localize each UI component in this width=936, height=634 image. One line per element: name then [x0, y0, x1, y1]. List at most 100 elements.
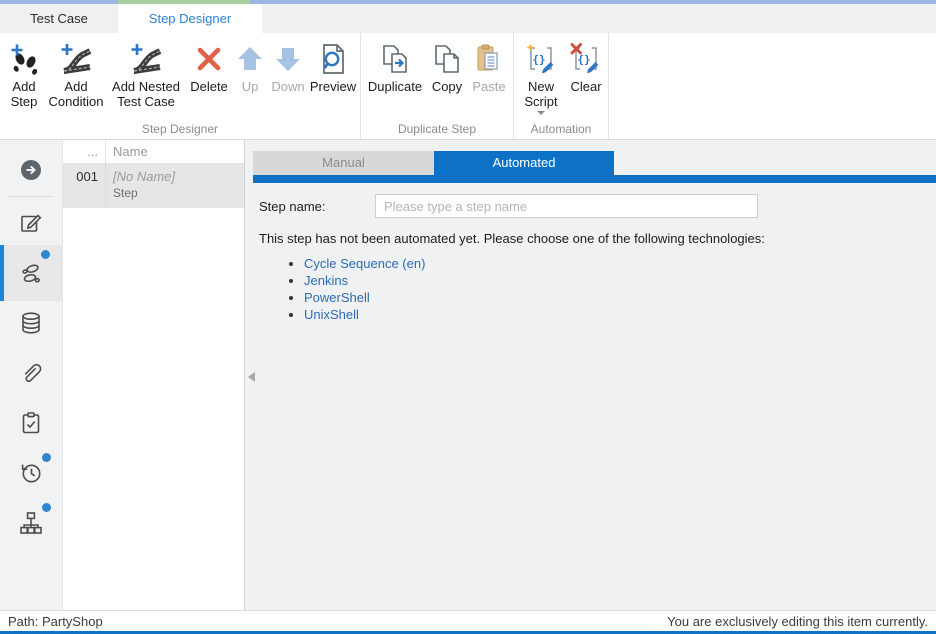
tab-test-case[interactable]: Test Case	[0, 4, 118, 33]
dropdown-caret-icon[interactable]	[537, 111, 545, 115]
notification-badge	[41, 250, 50, 259]
step-index: 001	[63, 164, 106, 208]
sidebar-divider	[8, 196, 54, 197]
edit-icon	[18, 210, 44, 236]
svg-text:{}: {}	[577, 53, 590, 66]
duplicate-icon	[378, 42, 412, 76]
history-icon	[18, 460, 44, 486]
preview-button[interactable]: Preview	[308, 33, 358, 94]
content-area: ... Name 001 [No Name] Step Manual Autom…	[0, 140, 936, 610]
technology-item: UnixShell	[304, 306, 936, 323]
tab-automated[interactable]: Automated	[434, 151, 614, 175]
automation-message: This step has not been automated yet. Pl…	[259, 231, 936, 246]
sidebar-item-steps[interactable]	[0, 245, 62, 301]
ribbon-toolbar: Add Step Add Condition Add Nested Test C…	[0, 33, 936, 140]
preview-label: Preview	[310, 79, 356, 94]
notification-badge	[42, 453, 51, 462]
technology-list: Cycle Sequence (en) Jenkins PowerShell U…	[245, 255, 936, 323]
paste-label: Paste	[472, 79, 505, 94]
editor-tab-bar: Manual Automated	[253, 151, 936, 175]
ribbon-group-label: Automation	[514, 122, 608, 136]
hierarchy-icon	[18, 510, 44, 536]
move-down-button[interactable]: Down	[268, 33, 308, 94]
add-step-label: Add Step	[2, 79, 46, 109]
step-list-panel: ... Name 001 [No Name] Step	[62, 140, 245, 610]
ribbon-group-automation: {} New Script {} Clear Automation	[514, 33, 609, 139]
add-condition-button[interactable]: Add Condition	[46, 33, 106, 109]
status-bar: Path: PartyShop You are exclusively edit…	[0, 610, 936, 631]
down-arrow-icon	[271, 42, 305, 76]
ribbon-group-label: Step Designer	[0, 122, 360, 136]
move-down-label: Down	[271, 79, 304, 94]
copy-button[interactable]: Copy	[427, 33, 467, 94]
step-list-header: ... Name	[63, 140, 244, 164]
sidebar-item-tasks[interactable]	[0, 401, 62, 445]
tab-manual[interactable]: Manual	[253, 151, 434, 175]
clear-script-button[interactable]: {} Clear	[566, 33, 606, 94]
sidebar-item-attachments[interactable]	[0, 351, 62, 395]
step-editor-panel: Manual Automated Step name: This step ha…	[245, 140, 936, 610]
tab-step-designer[interactable]: Step Designer	[118, 4, 262, 33]
step-row[interactable]: 001 [No Name] Step	[63, 164, 244, 208]
add-condition-icon	[59, 42, 93, 76]
left-sidebar	[0, 140, 62, 610]
sidebar-item-edit[interactable]	[0, 201, 62, 245]
new-script-label: New Script	[516, 79, 566, 109]
go-arrow-icon	[18, 157, 44, 183]
copy-icon	[430, 42, 464, 76]
add-step-icon	[7, 42, 41, 76]
add-step-button[interactable]: Add Step	[2, 33, 46, 109]
delete-button[interactable]: Delete	[186, 33, 232, 94]
ribbon-group-duplicate-step: Duplicate Copy Paste Duplicate Step	[361, 33, 514, 139]
sidebar-item-history[interactable]	[0, 451, 62, 495]
technology-item: Jenkins	[304, 272, 936, 289]
database-icon	[18, 310, 44, 336]
step-name: [No Name]	[113, 168, 244, 185]
tasks-icon	[18, 410, 44, 436]
preview-icon	[316, 42, 350, 76]
paste-icon	[472, 42, 506, 76]
sidebar-item-navigate[interactable]	[0, 148, 62, 192]
svg-text:{}: {}	[532, 53, 545, 66]
ribbon-group-label: Duplicate Step	[361, 122, 513, 136]
column-header-index[interactable]: ...	[63, 140, 106, 163]
technology-item: Cycle Sequence (en)	[304, 255, 936, 272]
duplicate-label: Duplicate	[368, 79, 422, 94]
sidebar-item-hierarchy[interactable]	[0, 501, 62, 545]
step-type: Step	[113, 185, 244, 201]
collapse-panel-icon[interactable]	[248, 372, 255, 382]
technology-item: PowerShell	[304, 289, 936, 306]
new-script-icon: {}	[524, 42, 558, 76]
editing-notice: You are exclusively editing this item cu…	[667, 614, 928, 629]
delete-label: Delete	[190, 79, 228, 94]
add-nested-test-case-icon	[129, 42, 163, 76]
step-name-label: Step name:	[259, 199, 375, 214]
duplicate-button[interactable]: Duplicate	[363, 33, 427, 94]
active-tab-underline	[253, 175, 936, 183]
step-name-row: Step name:	[259, 194, 936, 218]
sidebar-item-data[interactable]	[0, 301, 62, 345]
application-window: Test Case Step Designer Add Step Add Con…	[0, 0, 936, 634]
paste-button[interactable]: Paste	[467, 33, 511, 94]
path-label: Path: PartyShop	[8, 614, 103, 629]
up-arrow-icon	[233, 42, 267, 76]
technology-link-cycle-sequence[interactable]: Cycle Sequence (en)	[304, 256, 425, 271]
steps-icon	[18, 260, 44, 286]
notification-badge	[42, 503, 51, 512]
add-nested-test-case-label: Add Nested Test Case	[106, 79, 186, 109]
window-tab-bar: Test Case Step Designer	[0, 4, 936, 33]
clear-script-label: Clear	[570, 79, 601, 94]
technology-link-unixshell[interactable]: UnixShell	[304, 307, 359, 322]
step-name-input[interactable]	[375, 194, 758, 218]
move-up-button[interactable]: Up	[232, 33, 268, 94]
column-header-name[interactable]: Name	[106, 144, 244, 159]
copy-label: Copy	[432, 79, 462, 94]
ribbon-group-step-designer: Add Step Add Condition Add Nested Test C…	[0, 33, 361, 139]
move-up-label: Up	[242, 79, 259, 94]
technology-link-powershell[interactable]: PowerShell	[304, 290, 370, 305]
attachment-icon	[18, 360, 44, 386]
clear-script-icon: {}	[569, 42, 603, 76]
add-nested-test-case-button[interactable]: Add Nested Test Case	[106, 33, 186, 109]
new-script-button[interactable]: {} New Script	[516, 33, 566, 115]
technology-link-jenkins[interactable]: Jenkins	[304, 273, 348, 288]
